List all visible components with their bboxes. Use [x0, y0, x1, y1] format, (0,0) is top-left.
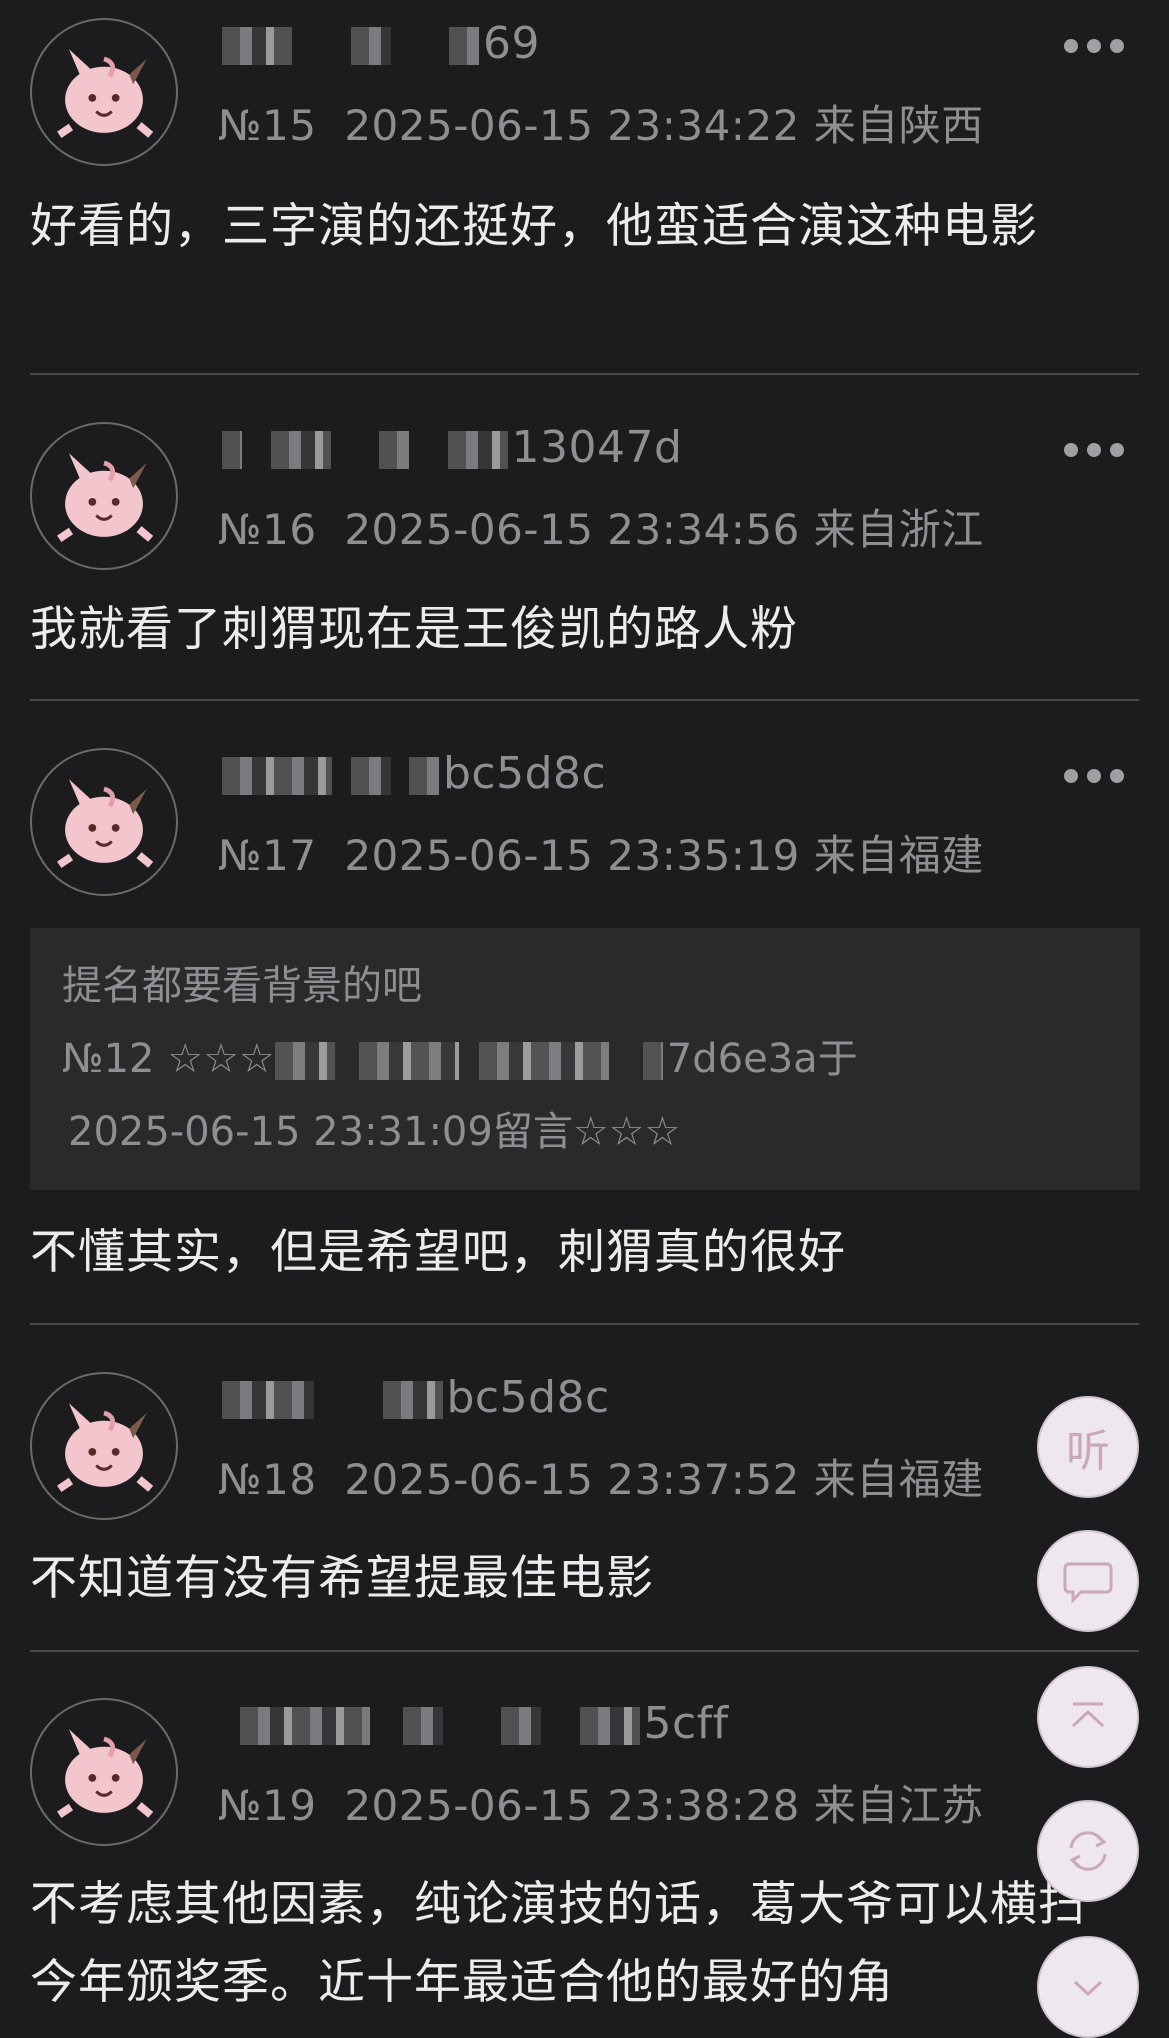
username-suffix: 13047d [511, 422, 683, 473]
redacted-blur [222, 757, 332, 795]
avatar[interactable] [30, 748, 178, 896]
quote-ref-suffix: 7d6e3a于 [666, 1036, 858, 1082]
post-meta: №18 2025-06-15 23:37:52 来自福建 [218, 1446, 984, 1507]
avatar-image [57, 1729, 154, 1819]
post-location: 来自福建 [813, 831, 984, 880]
redacted-blur [274, 1042, 335, 1080]
refresh-arrows-icon [1069, 1831, 1107, 1871]
back-to-top-button[interactable] [1037, 1666, 1139, 1768]
redacted-blur [379, 431, 409, 469]
divider [30, 1650, 1139, 1652]
username-suffix: 69 [483, 18, 540, 69]
quote-ref-prefix: №12 ☆☆☆ [62, 1036, 275, 1082]
username[interactable]: bc5d8c [222, 748, 606, 799]
redacted-blur [270, 431, 331, 469]
username[interactable]: 69 [222, 18, 540, 69]
username[interactable]: 5cff [240, 1698, 729, 1749]
post-meta: №17 2025-06-15 23:35:19 来自福建 [218, 822, 984, 883]
comment-text: 不懂其实，但是希望吧，刺猬真的很好 [30, 1225, 846, 1280]
avatar-image [57, 453, 154, 543]
redacted-blur [358, 1042, 459, 1080]
redacted-blur [350, 27, 391, 65]
post-time: 2025-06-15 23:38:28 [344, 1781, 800, 1830]
redacted-blur [642, 1042, 663, 1080]
floor-number: №17 [218, 831, 317, 880]
divider [30, 699, 1139, 701]
post-time: 2025-06-15 23:34:22 [344, 101, 800, 150]
avatar-image [57, 49, 154, 139]
divider [30, 1323, 1139, 1325]
listen-label: 听 [1066, 1426, 1110, 1477]
comment-text: 我就看了刺猬现在是王俊凯的路人粉 [30, 602, 798, 657]
redacted-blur [478, 1042, 609, 1080]
redacted-blur [382, 1381, 443, 1419]
redacted-blur [447, 431, 508, 469]
post-time: 2025-06-15 23:34:56 [344, 505, 800, 554]
comment-text: 不考虑其他因素，纯论演技的话，葛大爷可以横扫今年颁奖季。近十年最适合他的最好的角 [30, 1877, 1086, 2010]
post-meta: №19 2025-06-15 23:38:28 来自江苏 [218, 1772, 984, 1833]
floor-number: №15 [218, 101, 317, 150]
redacted-blur [222, 1381, 314, 1419]
redacted-blur [222, 27, 292, 65]
comment-button[interactable] [1037, 1530, 1139, 1632]
floor-number: №16 [218, 505, 317, 554]
quoted-comment[interactable]: 提名都要看背景的吧 №12 ☆☆☆ 7d6e3a于 2025-06-15 23:3… [30, 928, 1140, 1190]
redacted-blur [501, 1707, 541, 1745]
more-options-icon[interactable] [1064, 36, 1124, 56]
post-time: 2025-06-15 23:37:52 [344, 1455, 800, 1504]
comment-bubble-icon [1063, 1562, 1113, 1604]
post-location: 来自浙江 [813, 505, 984, 554]
quote-reference: №12 ☆☆☆ 7d6e3a于 [62, 1023, 1108, 1096]
scroll-down-button[interactable] [1037, 1936, 1139, 2038]
redacted-blur [402, 1707, 443, 1745]
avatar-image [57, 1403, 154, 1493]
username[interactable]: 13047d [222, 422, 682, 473]
quote-text: 提名都要看背景的吧 [62, 963, 422, 1009]
back-to-top-icon [1071, 1702, 1105, 1728]
username[interactable]: bc5d8c [222, 1372, 610, 1423]
avatar-image [57, 779, 154, 869]
chevron-down-icon [1073, 1980, 1103, 1997]
post-meta: №16 2025-06-15 23:34:56 来自浙江 [218, 496, 984, 557]
avatar[interactable] [30, 1372, 178, 1520]
post-location: 来自福建 [813, 1455, 984, 1504]
floor-number: №19 [218, 1781, 317, 1830]
quote-time: 2025-06-15 23:31:09留言☆☆☆ [68, 1109, 681, 1155]
listen-button[interactable]: 听 [1037, 1396, 1139, 1498]
avatar[interactable] [30, 18, 178, 166]
comment-text: 好看的，三字演的还挺好，他蛮适合演这种电影 [30, 199, 1038, 254]
username-suffix: 5cff [643, 1698, 729, 1749]
avatar[interactable] [30, 422, 178, 570]
redacted-blur [240, 1707, 370, 1745]
more-options-icon[interactable] [1064, 766, 1124, 786]
username-suffix: bc5d8c [443, 748, 607, 799]
refresh-button[interactable] [1037, 1800, 1139, 1902]
redacted-blur [449, 27, 479, 65]
post-location: 来自陕西 [813, 101, 984, 150]
redacted-blur [579, 1707, 640, 1745]
post-location: 来自江苏 [813, 1781, 984, 1830]
post-meta: №15 2025-06-15 23:34:22 来自陕西 [218, 92, 984, 153]
more-options-icon[interactable] [1064, 440, 1124, 460]
floor-number: №18 [218, 1455, 317, 1504]
avatar[interactable] [30, 1698, 178, 1846]
divider [30, 373, 1139, 375]
username-suffix: bc5d8c [446, 1372, 610, 1423]
comment-text: 不知道有没有希望提最佳电影 [30, 1551, 654, 1606]
redacted-blur [350, 757, 391, 795]
redacted-blur [409, 757, 439, 795]
redacted-blur [222, 431, 242, 469]
post-time: 2025-06-15 23:35:19 [344, 831, 800, 880]
